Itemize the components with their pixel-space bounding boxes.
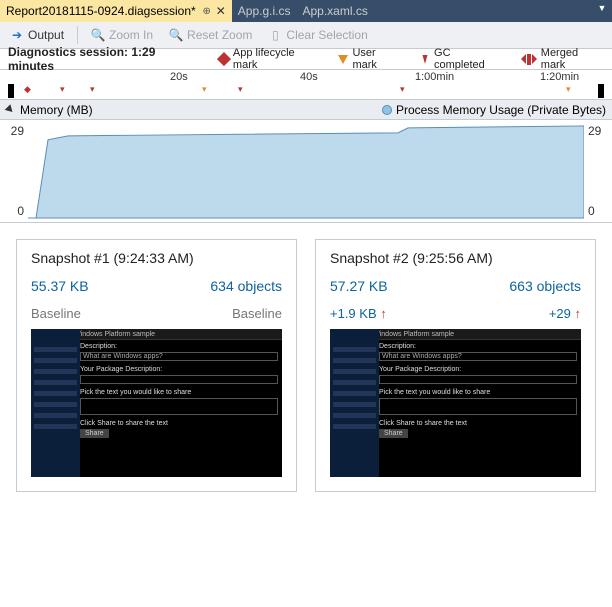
merged-mark-icon xyxy=(521,54,537,65)
zoom-in-button[interactable]: 🔍 Zoom In xyxy=(85,25,159,45)
snapshot-obj-delta[interactable]: +29 ↑ xyxy=(549,306,581,321)
zoom-in-icon: 🔍 xyxy=(91,28,105,42)
end-handle[interactable] xyxy=(598,84,604,98)
clear-selection-icon: ▯ xyxy=(268,28,282,42)
chart-plot-area[interactable] xyxy=(28,120,584,222)
tab-label: App.xaml.cs xyxy=(302,4,367,18)
tab-overflow-dropdown[interactable]: ▼ xyxy=(596,3,608,17)
snapshot-objects-link[interactable]: 663 objects xyxy=(509,278,581,294)
close-icon[interactable]: ✕ xyxy=(216,4,226,18)
snapshot-size-link[interactable]: 55.37 KB xyxy=(31,278,89,294)
legend-lifecycle: App lifecycle mark xyxy=(219,47,320,71)
session-title: Diagnostics session: 1:29 minutes xyxy=(8,45,201,73)
time-ruler[interactable]: 20s 40s 1:00min 1:20min ◆ ▾ ▾ ▾ ▾ ▾ ▾ xyxy=(0,70,612,100)
start-handle[interactable] xyxy=(8,84,14,98)
arrow-up-icon: ↑ xyxy=(380,306,387,321)
snapshot-thumbnail[interactable]: Universal Windows Platform sample Descri… xyxy=(31,329,282,477)
snapshot-size-delta[interactable]: +1.9 KB ↑ xyxy=(330,306,387,321)
diamond-icon xyxy=(217,52,231,66)
snapshot-size-delta: Baseline xyxy=(31,306,81,321)
clear-selection-label: Clear Selection xyxy=(286,28,367,42)
snapshot-title: Snapshot #1 (9:24:33 AM) xyxy=(31,250,282,266)
snapshot-size-link[interactable]: 57.27 KB xyxy=(330,278,388,294)
ruler-mark: ▾ xyxy=(238,84,243,95)
ruler-mark: ▾ xyxy=(566,84,571,95)
reset-zoom-button[interactable]: 🔍 Reset Zoom xyxy=(163,25,258,45)
snapshot-title: Snapshot #2 (9:25:56 AM) xyxy=(330,250,581,266)
pin-icon[interactable]: ⊕ xyxy=(202,6,212,17)
y-axis-left: 29 0 xyxy=(0,120,28,222)
y-axis-right: 29 0 xyxy=(584,120,612,222)
memory-title: Memory (MB) xyxy=(20,103,93,117)
tab-label: App.g.i.cs xyxy=(238,4,291,18)
ruler-mark: ▾ xyxy=(400,84,405,95)
reset-zoom-label: Reset Zoom xyxy=(187,28,252,42)
tick-60s: 1:00min xyxy=(415,71,454,83)
arrow-up-icon: ↑ xyxy=(575,306,582,321)
series-dot-icon xyxy=(382,105,392,115)
legend-merged: Merged mark xyxy=(521,47,604,71)
ruler-mark: ▾ xyxy=(90,84,95,95)
legend-gc: GC completed xyxy=(420,47,503,71)
snapshot-obj-delta: Baseline xyxy=(232,306,282,321)
flag-icon xyxy=(423,55,428,64)
snapshot-card-1: Snapshot #1 (9:24:33 AM) 55.37 KB 634 ob… xyxy=(16,239,297,492)
tab-app-gi[interactable]: App.g.i.cs xyxy=(232,0,297,22)
tab-label: Report20181115-0924.diagsession* xyxy=(6,4,196,18)
tick-20s: 20s xyxy=(170,71,188,83)
ruler-mark: ◆ xyxy=(24,84,31,95)
collapse-icon[interactable] xyxy=(5,104,16,115)
snapshot-objects-link[interactable]: 634 objects xyxy=(210,278,282,294)
memory-chart[interactable]: 29 0 29 0 xyxy=(0,120,612,223)
tick-40s: 40s xyxy=(300,71,318,83)
area-chart-svg xyxy=(28,120,584,222)
memory-legend: Process Memory Usage (Private Bytes) xyxy=(396,103,606,117)
output-button[interactable]: ➔ Output xyxy=(4,25,70,45)
snapshot-panel: Snapshot #1 (9:24:33 AM) 55.37 KB 634 ob… xyxy=(0,223,612,508)
snapshot-thumbnail[interactable]: Universal Windows Platform sample Descri… xyxy=(330,329,581,477)
toolbar-separator xyxy=(77,26,78,44)
snapshot-card-2: Snapshot #2 (9:25:56 AM) 57.27 KB 663 ob… xyxy=(315,239,596,492)
tab-report[interactable]: Report20181115-0924.diagsession* ⊕ ✕ xyxy=(0,0,232,22)
triangle-icon xyxy=(338,55,348,64)
ruler-mark: ▾ xyxy=(202,84,207,95)
output-label: Output xyxy=(28,28,64,42)
reset-zoom-icon: 🔍 xyxy=(169,28,183,42)
tab-app-xaml[interactable]: App.xaml.cs xyxy=(296,0,373,22)
ruler-mark: ▾ xyxy=(60,84,65,95)
tick-80s: 1:20min xyxy=(540,71,579,83)
output-arrow-icon: ➔ xyxy=(10,28,24,42)
session-legend-row: Diagnostics session: 1:29 minutes App li… xyxy=(0,49,612,70)
memory-lane-header: Memory (MB) Process Memory Usage (Privat… xyxy=(0,100,612,120)
zoom-in-label: Zoom In xyxy=(109,28,153,42)
clear-selection-button[interactable]: ▯ Clear Selection xyxy=(262,25,373,45)
legend-user: User mark xyxy=(338,47,402,71)
document-tab-strip: Report20181115-0924.diagsession* ⊕ ✕ App… xyxy=(0,0,612,22)
